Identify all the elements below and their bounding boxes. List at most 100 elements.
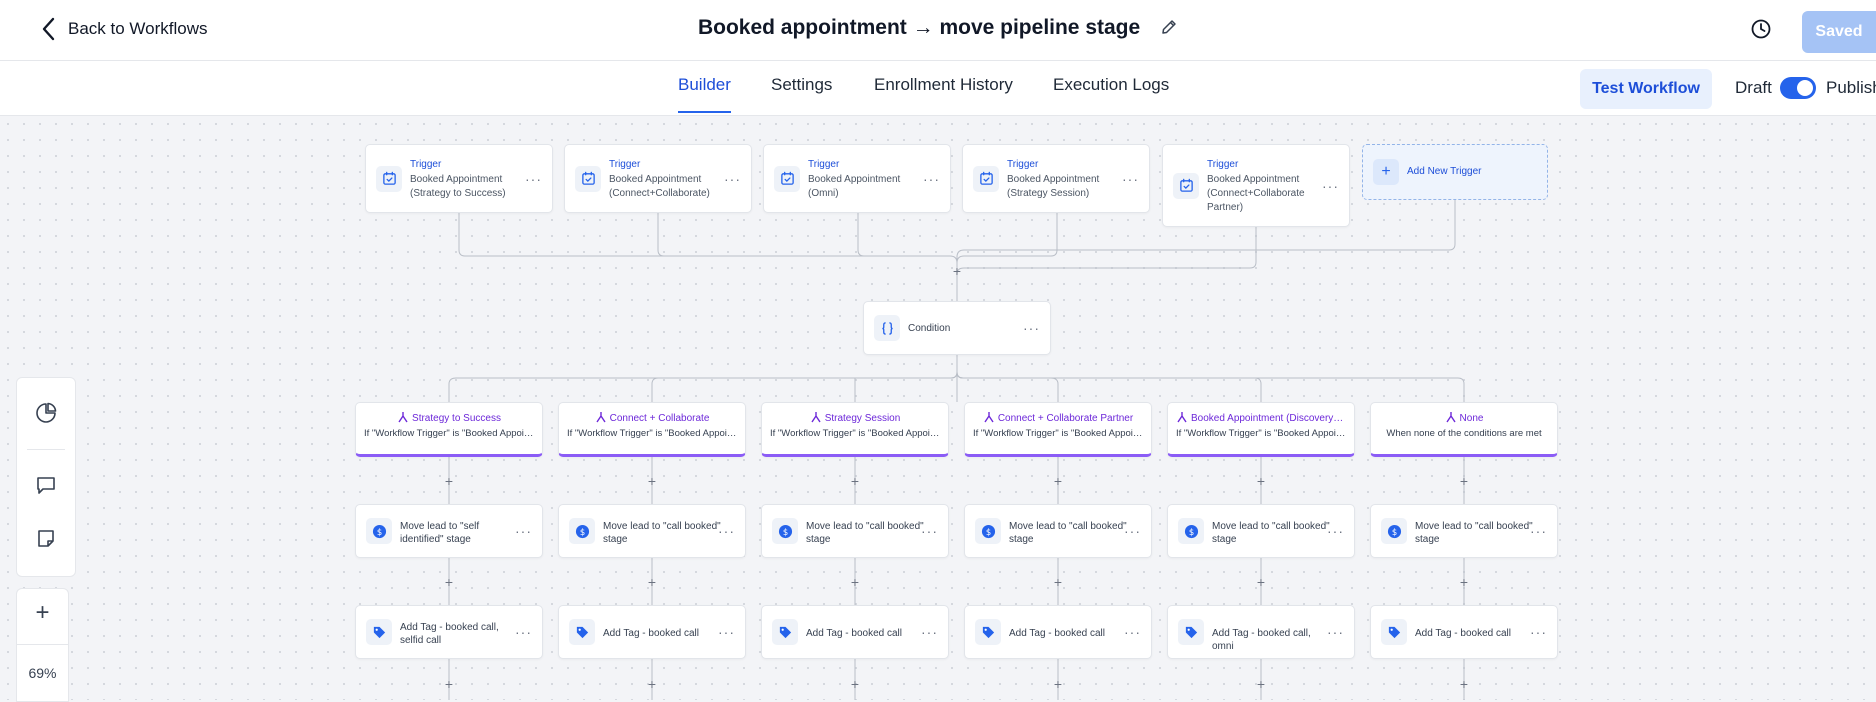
action-card[interactable]: Add Tag - booked call ··· [761, 605, 949, 659]
more-options-icon[interactable]: ··· [1530, 523, 1547, 539]
dollar-icon: $ [366, 518, 392, 544]
add-step-plus-icon[interactable]: + [1052, 474, 1064, 488]
add-step-plus-icon[interactable]: + [646, 575, 658, 589]
add-step-plus-icon[interactable]: + [646, 474, 658, 488]
action-text: Move lead to "call booked" stage [1212, 521, 1330, 545]
add-step-plus-icon[interactable]: + [1458, 575, 1470, 589]
workflow-title: Booked appointment → move pipeline stage [0, 16, 1876, 40]
action-card[interactable]: $ Move lead to "call booked" stage ··· [1370, 504, 1558, 558]
add-step-plus-icon[interactable]: + [1458, 677, 1470, 691]
publish-toggle[interactable] [1780, 77, 1816, 99]
more-options-icon[interactable]: ··· [724, 171, 741, 187]
more-options-icon[interactable]: ··· [515, 624, 532, 640]
pie-chart-icon[interactable] [34, 401, 58, 425]
add-step-plus-icon[interactable]: + [1255, 575, 1267, 589]
calendar-check-icon [1173, 172, 1199, 199]
branch-card[interactable]: Connect + Collaborate If "Workflow Trigg… [558, 402, 746, 457]
more-options-icon[interactable]: ··· [1124, 624, 1141, 640]
more-options-icon[interactable]: ··· [1530, 624, 1547, 640]
add-step-plus-icon[interactable]: + [951, 264, 963, 278]
trigger-label: Trigger [1207, 159, 1239, 170]
calendar-check-icon [774, 165, 800, 192]
more-options-icon[interactable]: ··· [515, 523, 532, 539]
saved-button[interactable]: Saved [1802, 11, 1876, 53]
more-options-icon[interactable]: ··· [1122, 171, 1139, 187]
tab-builder[interactable]: Builder [678, 75, 731, 113]
add-step-plus-icon[interactable]: + [443, 474, 455, 488]
branch-card[interactable]: Strategy Session If "Workflow Trigger" i… [761, 402, 949, 457]
add-step-plus-icon[interactable]: + [443, 575, 455, 589]
tab-execution-logs[interactable]: Execution Logs [1053, 75, 1169, 95]
more-options-icon[interactable]: ··· [718, 624, 735, 640]
dollar-icon: $ [975, 518, 1001, 544]
trigger-card[interactable]: Trigger Booked Appointment (Strategy to … [365, 144, 553, 213]
action-card[interactable]: Add Tag - booked call ··· [558, 605, 746, 659]
pencil-icon[interactable] [1160, 18, 1178, 36]
trigger-card[interactable]: Trigger Booked Appointment (Strategy Ses… [962, 144, 1150, 213]
trigger-card[interactable]: Trigger Booked Appointment (Connect+Coll… [1162, 144, 1350, 227]
action-text: Move lead to "call booked" stage [806, 521, 924, 545]
action-card[interactable]: $ Move lead to "call booked" stage ··· [558, 504, 746, 558]
tab-settings[interactable]: Settings [771, 75, 832, 95]
sticky-note-icon[interactable] [34, 527, 58, 551]
action-card[interactable]: Add Tag - booked call ··· [1370, 605, 1558, 659]
action-card[interactable]: $ Move lead to "call booked" stage ··· [964, 504, 1152, 558]
more-options-icon[interactable]: ··· [1124, 523, 1141, 539]
more-options-icon[interactable]: ··· [1327, 624, 1344, 640]
add-step-plus-icon[interactable]: + [1255, 677, 1267, 691]
trigger-card[interactable]: Trigger Booked Appointment (Omni) ··· [763, 144, 951, 213]
draft-label: Draft [1735, 78, 1772, 97]
tag-icon [1381, 619, 1407, 645]
more-options-icon[interactable]: ··· [921, 523, 938, 539]
more-options-icon[interactable]: ··· [718, 523, 735, 539]
action-text: Move lead to "self identified" stage [400, 521, 480, 545]
add-step-plus-icon[interactable]: + [646, 677, 658, 691]
calendar-check-icon [376, 165, 402, 192]
dollar-icon: $ [569, 518, 595, 544]
branch-title: Connect + Collaborate Partner [997, 413, 1134, 424]
add-step-plus-icon[interactable]: + [849, 474, 861, 488]
action-text: Add Tag - booked call [1009, 628, 1105, 639]
comment-icon[interactable] [34, 473, 58, 497]
branch-card[interactable]: Connect + Collaborate Partner If "Workfl… [964, 402, 1152, 457]
add-step-plus-icon[interactable]: + [1052, 575, 1064, 589]
more-options-icon[interactable]: ··· [1322, 178, 1339, 194]
action-card[interactable]: Add Tag - booked call ··· [964, 605, 1152, 659]
more-options-icon[interactable]: ··· [1023, 320, 1040, 336]
branch-card[interactable]: Booked Appointment (Discovery Call) If "… [1167, 402, 1355, 457]
history-icon[interactable] [1750, 18, 1772, 40]
more-options-icon[interactable]: ··· [1327, 523, 1344, 539]
branch-card[interactable]: None When none of the conditions are met [1370, 402, 1558, 457]
add-step-plus-icon[interactable]: + [1458, 474, 1470, 488]
zoom-in-button[interactable]: + [17, 599, 68, 627]
action-card[interactable]: Add Tag - booked call, omni ··· [1167, 605, 1355, 659]
trigger-card[interactable]: Trigger Booked Appointment (Connect+Coll… [564, 144, 752, 213]
branch-title: Strategy Session [824, 413, 901, 424]
add-step-plus-icon[interactable]: + [1052, 677, 1064, 691]
add-new-trigger-button[interactable]: + Add New Trigger [1362, 144, 1548, 200]
add-step-plus-icon[interactable]: + [1255, 474, 1267, 488]
workflow-canvas[interactable]: Trigger Booked Appointment (Strategy to … [0, 116, 1876, 700]
test-workflow-button[interactable]: Test Workflow [1580, 69, 1712, 109]
more-options-icon[interactable]: ··· [525, 171, 542, 187]
condition-card[interactable]: Condition ··· [863, 301, 1051, 355]
branch-condition: If "Workflow Trigger" is "Booked Appoint… [1176, 428, 1354, 439]
plus-icon: + [1373, 159, 1399, 185]
add-step-plus-icon[interactable]: + [443, 677, 455, 691]
more-options-icon[interactable]: ··· [921, 624, 938, 640]
action-card[interactable]: $ Move lead to "call booked" stage ··· [1167, 504, 1355, 558]
add-step-plus-icon[interactable]: + [849, 575, 861, 589]
trigger-label: Trigger [808, 159, 840, 170]
svg-text:$: $ [985, 526, 990, 536]
action-card[interactable]: $ Move lead to "call booked" stage ··· [761, 504, 949, 558]
tab-enrollment-history[interactable]: Enrollment History [874, 75, 1013, 95]
branch-icon [811, 412, 821, 423]
svg-text:$: $ [579, 526, 584, 536]
tag-icon [772, 619, 798, 645]
add-step-plus-icon[interactable]: + [849, 677, 861, 691]
branch-card[interactable]: Strategy to Success If "Workflow Trigger… [355, 402, 543, 457]
action-card[interactable]: $ Move lead to "self identified" stage ·… [355, 504, 543, 558]
action-text: Add Tag - booked call, selfid call [400, 622, 499, 646]
more-options-icon[interactable]: ··· [923, 171, 940, 187]
action-card[interactable]: Add Tag - booked call, selfid call ··· [355, 605, 543, 659]
